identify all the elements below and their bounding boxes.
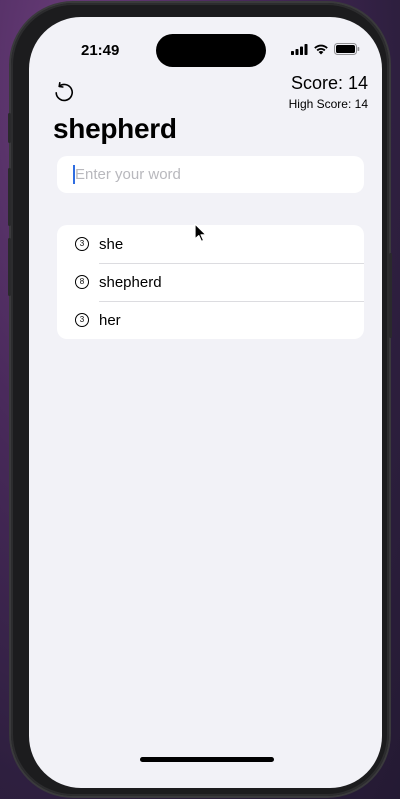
word-input-container[interactable] bbox=[57, 156, 364, 193]
restart-button[interactable] bbox=[53, 81, 75, 103]
high-score-label: High Score: 14 bbox=[288, 97, 368, 111]
mouse-pointer-icon bbox=[194, 223, 207, 242]
status-icons bbox=[291, 43, 360, 55]
app-screen: 21:49 Score: 14 High Score: 14 shepherd … bbox=[29, 17, 382, 788]
used-word: she bbox=[99, 235, 124, 253]
list-item: 3 her bbox=[57, 301, 364, 339]
battery-icon bbox=[334, 43, 360, 55]
word-input[interactable] bbox=[73, 165, 347, 184]
used-words-list: 3 she 8 shepherd 3 her bbox=[57, 225, 364, 339]
cellular-signal-icon bbox=[291, 43, 308, 55]
status-time: 21:49 bbox=[81, 42, 120, 59]
power-button bbox=[389, 253, 392, 338]
dynamic-island bbox=[156, 34, 266, 67]
letter-count-icon: 3 bbox=[75, 237, 89, 251]
letter-count-icon: 8 bbox=[75, 275, 89, 289]
restart-icon bbox=[55, 82, 73, 102]
volume-down-button bbox=[8, 238, 11, 296]
text-caret bbox=[73, 165, 75, 184]
used-word: her bbox=[99, 311, 121, 329]
root-word-title: shepherd bbox=[53, 113, 177, 144]
volume-up-button bbox=[8, 168, 11, 226]
action-button bbox=[8, 113, 11, 143]
list-item: 8 shepherd bbox=[57, 263, 364, 301]
home-indicator[interactable] bbox=[140, 757, 274, 762]
score-label: Score: 14 bbox=[290, 73, 368, 93]
used-word: shepherd bbox=[99, 273, 162, 291]
list-item: 3 she bbox=[57, 225, 364, 263]
wifi-icon bbox=[314, 44, 328, 55]
letter-count-icon: 3 bbox=[75, 313, 89, 327]
phone-frame: 21:49 Score: 14 High Score: 14 shepherd … bbox=[8, 3, 392, 796]
